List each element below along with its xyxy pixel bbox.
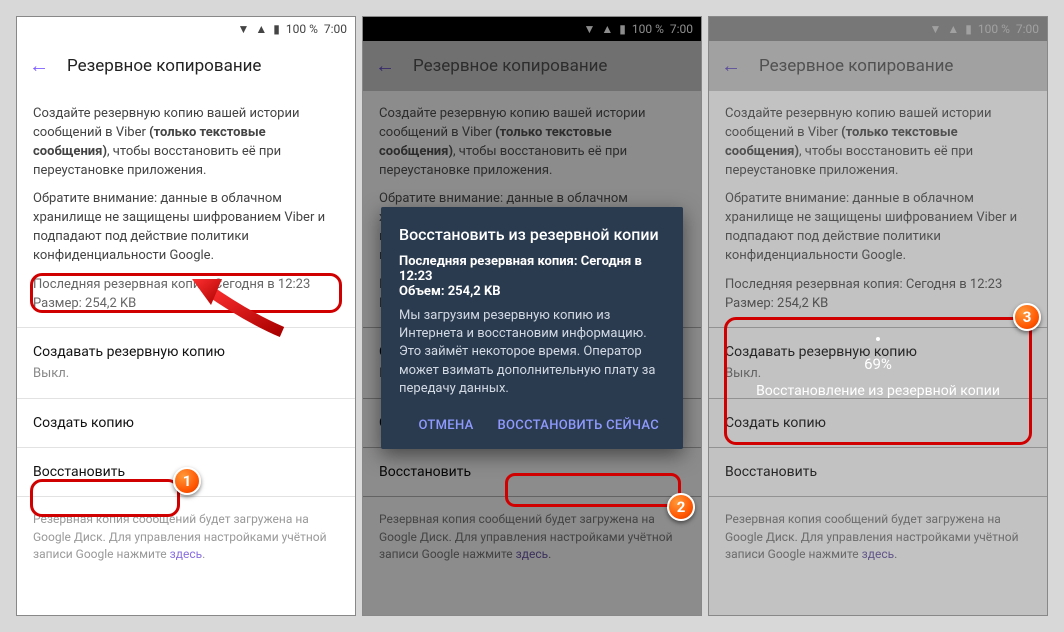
content-area: Создайте резервную копию вашей истории с…: [17, 91, 355, 615]
app-bar: ← Резервное копирование: [709, 41, 1047, 91]
divider: [17, 327, 355, 328]
screenshot-2: ▼ ▲ ▮ 100 % 7:00 ← Резервное копирование…: [362, 16, 702, 616]
wifi-icon: ▼: [929, 22, 941, 36]
annotation-badge-3: 3: [1013, 303, 1041, 331]
dialog-body: Мы загрузим резервную копию из Интернета…: [399, 307, 665, 398]
status-bar: ▼ ▲ ▮ 100 % 7:00: [17, 17, 355, 41]
page-title: Резервное копирование: [759, 56, 953, 76]
status-bar: ▼ ▲ ▮ 100 % 7:00: [709, 17, 1047, 41]
intro-text: Создайте резервную копию вашей истории с…: [379, 105, 685, 180]
dialog-buttons: ОТМЕНА ВОССТАНОВИТЬ СЕЙЧАС: [399, 410, 665, 441]
wifi-icon: ▼: [583, 22, 595, 36]
signal-icon: ▲: [255, 22, 267, 36]
annotation-highlight-progress: [724, 317, 1032, 445]
cancel-button[interactable]: ОТМЕНА: [412, 410, 479, 441]
restore-dialog: Восстановить из резервной копии Последня…: [381, 207, 683, 449]
annotation-badge-2: 2: [667, 493, 695, 521]
settings-link[interactable]: здесь: [170, 547, 203, 561]
annotation-arrow-icon: [187, 267, 297, 347]
battery-text: 100 %: [286, 22, 318, 36]
page-title: Резервное копирование: [413, 56, 607, 76]
clock-text: 7:00: [324, 22, 347, 36]
wifi-icon: ▼: [237, 22, 249, 36]
note-text: Обратите внимание: данные в облачном хра…: [33, 190, 339, 265]
dialog-title: Восстановить из резервной копии: [399, 225, 665, 244]
battery-text: 100 %: [632, 22, 664, 36]
intro-text: Создайте резервную копию вашей истории с…: [33, 105, 339, 180]
annotation-badge-1: 1: [173, 467, 201, 495]
screenshot-1: ▼ ▲ ▮ 100 % 7:00 ← Резервное копирование…: [16, 16, 356, 616]
annotation-highlight-confirm: [505, 473, 681, 507]
battery-icon: ▮: [619, 22, 626, 36]
divider: [17, 447, 355, 448]
confirm-button[interactable]: ВОССТАНОВИТЬ СЕЙЧАС: [492, 410, 665, 441]
back-icon: ←: [375, 53, 395, 78]
create-now-button[interactable]: Создать копию: [33, 413, 339, 433]
status-bar: ▼ ▲ ▮ 100 % 7:00: [363, 17, 701, 41]
footer-note: Резервная копия сообщений будет загружен…: [33, 511, 339, 563]
signal-icon: ▲: [947, 22, 959, 36]
signal-icon: ▲: [601, 22, 613, 36]
clock-text: 7:00: [670, 22, 693, 36]
clock-text: 7:00: [1016, 22, 1039, 36]
page-title: Резервное копирование: [67, 56, 261, 76]
battery-icon: ▮: [965, 22, 972, 36]
back-icon: ←: [721, 53, 741, 78]
battery-icon: ▮: [273, 22, 280, 36]
screenshot-3: ▼ ▲ ▮ 100 % 7:00 ← Резервное копирование…: [708, 16, 1048, 616]
annotation-highlight-restore: [30, 479, 180, 517]
battery-text: 100 %: [978, 22, 1010, 36]
app-bar: ← Резервное копирование: [363, 41, 701, 91]
divider: [17, 398, 355, 399]
schedule-sub: Выкл.: [33, 365, 339, 384]
dialog-meta: Последняя резервная копия: Сегодня в 12:…: [399, 254, 665, 299]
app-bar: ← Резервное копирование: [17, 41, 355, 91]
back-icon[interactable]: ←: [29, 53, 49, 78]
